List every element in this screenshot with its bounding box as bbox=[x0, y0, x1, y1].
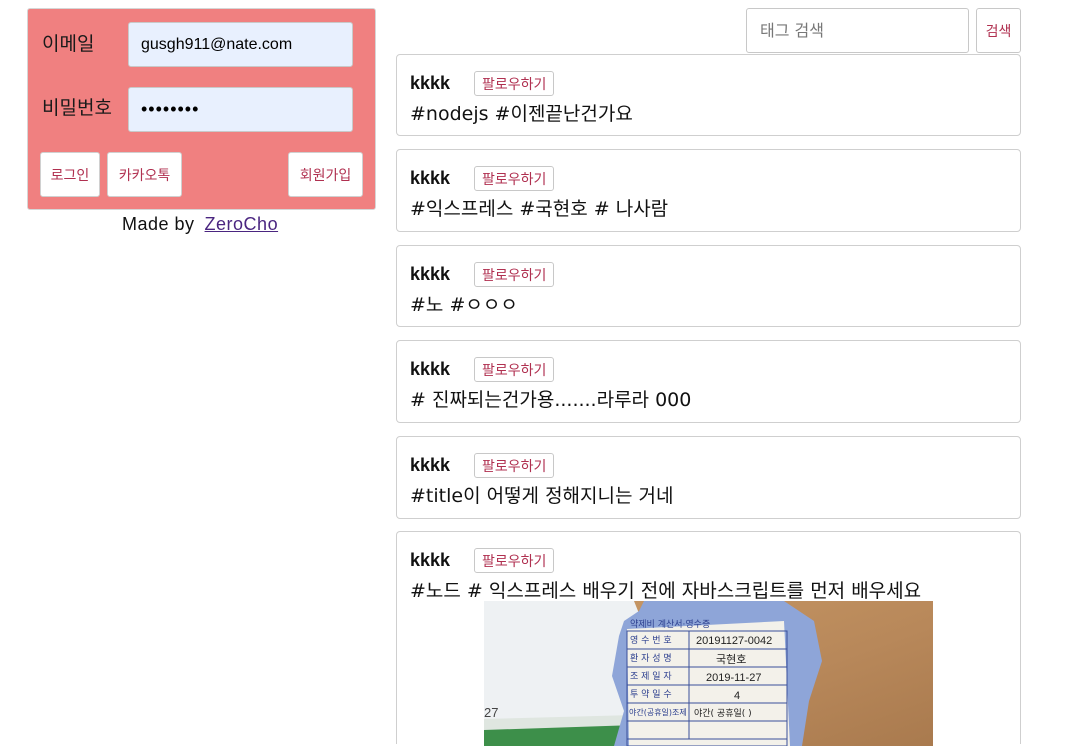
receipt-value: 4 bbox=[734, 690, 740, 702]
twit-content: #노드 # 익스프레스 배우기 전에 자바스크립트를 먼저 배우세요 bbox=[410, 580, 922, 602]
join-button[interactable]: 회원가입 bbox=[288, 152, 363, 197]
receipt-value: 20191127-0042 bbox=[696, 635, 772, 647]
twit-author: kkkk bbox=[410, 73, 451, 93]
twit-content: #title이 어떻게 정해지니는 거네 bbox=[410, 485, 674, 507]
password-label: 비밀번호 bbox=[42, 97, 112, 119]
twit-image: 27 약제비 계산서·영수증 영 수 번 호 환 자 성 명 조 제 일 자 투… bbox=[484, 601, 933, 746]
login-panel: 이메일 비밀번호 로그인 카카오톡 회원가입 bbox=[27, 8, 376, 210]
twit-card: kkkk 팔로우하기 #노드 # 익스프레스 배우기 전에 자바스크립트를 먼저… bbox=[396, 531, 1021, 746]
twit-content: #익스프레스 #국현호 # 나사람 bbox=[410, 198, 669, 220]
email-field[interactable] bbox=[128, 22, 353, 67]
receipt-header: 약제비 계산서·영수증 bbox=[630, 618, 710, 630]
twit-card: kkkk 팔로우하기 #nodejs #이젠끝난건가요 bbox=[396, 54, 1021, 136]
receipt-label: 투 약 일 수 bbox=[630, 688, 672, 700]
receipt-value: 야간( 공휴일( ) bbox=[694, 708, 752, 719]
follow-button[interactable]: 팔로우하기 bbox=[474, 548, 555, 573]
twit-card: kkkk 팔로우하기 # 진짜되는건가용.......라루라 000 bbox=[396, 340, 1021, 423]
receipt-value: 2019-11-27 bbox=[706, 672, 761, 684]
follow-button[interactable]: 팔로우하기 bbox=[474, 166, 555, 191]
author-link[interactable]: ZeroCho bbox=[205, 214, 279, 234]
twit-author: kkkk bbox=[410, 168, 451, 188]
receipt-label: 환 자 성 명 bbox=[630, 652, 672, 664]
email-label: 이메일 bbox=[42, 33, 95, 55]
twit-content: # 진짜되는건가용.......라루라 000 bbox=[410, 389, 692, 411]
login-button[interactable]: 로그인 bbox=[40, 152, 100, 197]
follow-button[interactable]: 팔로우하기 bbox=[474, 71, 555, 96]
kakao-login-button[interactable]: 카카오톡 bbox=[107, 152, 182, 197]
twit-card: kkkk 팔로우하기 #익스프레스 #국현호 # 나사람 bbox=[396, 149, 1021, 232]
tag-search-input[interactable] bbox=[746, 8, 969, 53]
receipt-photo: 27 약제비 계산서·영수증 영 수 번 호 환 자 성 명 조 제 일 자 투… bbox=[484, 601, 822, 746]
receipt-label: 영 수 번 호 bbox=[630, 635, 672, 646]
receipt-value: 국현호 bbox=[716, 653, 746, 666]
twit-card: kkkk 팔로우하기 #노 #ㅇㅇㅇ bbox=[396, 245, 1021, 327]
password-field[interactable] bbox=[128, 87, 353, 132]
twit-author: kkkk bbox=[410, 455, 451, 475]
twit-author: kkkk bbox=[410, 359, 451, 379]
follow-button[interactable]: 팔로우하기 bbox=[474, 453, 555, 478]
made-by-text: Made by bbox=[122, 214, 195, 234]
made-by-footer: Made by ZeroCho bbox=[122, 214, 278, 235]
search-button[interactable]: 검색 bbox=[976, 8, 1021, 53]
follow-button[interactable]: 팔로우하기 bbox=[474, 262, 555, 287]
receipt-label: 조 제 일 자 bbox=[630, 671, 672, 682]
twit-author: kkkk bbox=[410, 264, 451, 284]
receipt-label: 야간(공휴일)조제 bbox=[629, 707, 687, 717]
follow-button[interactable]: 팔로우하기 bbox=[474, 357, 555, 382]
twit-card: kkkk 팔로우하기 #title이 어떻게 정해지니는 거네 bbox=[396, 436, 1021, 519]
twit-content: #nodejs #이젠끝난건가요 bbox=[410, 103, 633, 125]
twit-author: kkkk bbox=[410, 550, 451, 570]
twit-content: #노 #ㅇㅇㅇ bbox=[410, 294, 518, 316]
receipt-side-number: 27 bbox=[484, 705, 498, 720]
